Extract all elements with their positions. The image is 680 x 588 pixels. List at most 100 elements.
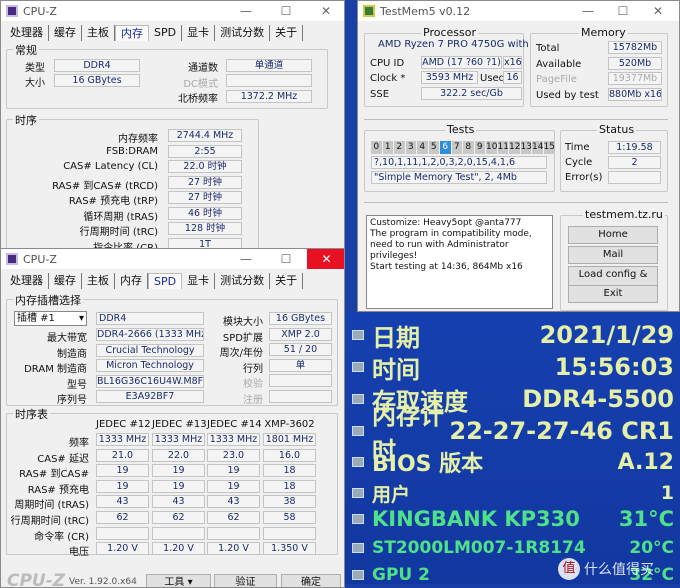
timing-cell: 19 [207, 479, 260, 493]
timing-label: RAS# 到CAS# (tRCD) [52, 180, 158, 192]
drive-icon [352, 543, 364, 553]
minimize-button[interactable]: — [229, 249, 263, 269]
cpuid-label: CPU ID [370, 58, 405, 69]
spd-label: 注册 [243, 395, 263, 406]
test-number[interactable]: 0 [371, 141, 382, 154]
slot-select-value: 插槽 #1 [17, 313, 55, 324]
row-label: 电压 [69, 547, 89, 559]
close-button[interactable]: ✕ [641, 1, 675, 21]
group-title: 时序 [13, 112, 39, 128]
title-bar: CPU-Z — ☐ ✕ [1, 249, 344, 269]
log-line: Start testing at 14:36, 864Mb x16 [370, 262, 523, 272]
test-number[interactable]: 7 [451, 141, 462, 154]
timing-cell [207, 526, 260, 540]
tab-4[interactable]: SPD [148, 273, 183, 289]
log-line: The program in compatibility mode, [370, 229, 532, 239]
test-number[interactable]: 3 [405, 141, 416, 154]
timing-cell: 1.20 V [207, 542, 260, 556]
current-test: "Simple Memory Test", 2, 4Mb [371, 171, 547, 184]
timing-value: 27 时钟 [168, 191, 242, 204]
tab-5[interactable]: 显卡 [182, 273, 216, 289]
tab-6[interactable]: 测试分数 [215, 273, 271, 289]
timing-label: FSB:DRAM [106, 145, 158, 157]
aida-value: 2021/1/29 [539, 321, 674, 349]
test-number[interactable]: 2 [394, 141, 405, 154]
tab-0[interactable]: 处理器 [5, 25, 49, 41]
tab-4[interactable]: SPD [149, 25, 183, 41]
avail-label: Available [536, 58, 582, 70]
timing-label: 内存频率 [118, 134, 158, 145]
tab-7[interactable]: 关于 [270, 273, 304, 289]
group-title: Processor [421, 26, 478, 39]
timing-cell: 62 [96, 511, 149, 524]
usedby-label: Used by test [536, 89, 599, 101]
aida-row: 日期 2021/1/29 [352, 321, 674, 352]
test-number[interactable]: 6 [440, 141, 451, 154]
test-number[interactable]: 8 [463, 141, 474, 154]
tab-2[interactable]: 主板 [82, 25, 115, 41]
exit-button[interactable]: Exit [568, 285, 658, 303]
watermark-text: 什么值得买 [584, 562, 654, 578]
tab-7[interactable]: 关于 [270, 25, 304, 41]
test-number[interactable]: 4 [417, 141, 428, 154]
close-button[interactable]: ✕ [309, 1, 343, 21]
aida-label: 日期 [372, 323, 420, 352]
maximize-button[interactable]: ☐ [269, 249, 303, 269]
test-number[interactable]: 1 [382, 141, 393, 154]
test-number[interactable]: 11 [497, 141, 509, 154]
test-number[interactable]: 5 [428, 141, 439, 154]
cpuz-app-icon [6, 253, 18, 265]
memory-icon [352, 426, 364, 436]
tab-1[interactable]: 缓存 [49, 273, 82, 289]
validate-button[interactable]: 验证 [214, 574, 277, 587]
test-number[interactable]: 14 [532, 141, 543, 154]
home-button[interactable]: Home [568, 226, 658, 244]
drive-icon [352, 514, 364, 524]
monitor-icon [352, 570, 364, 580]
timing-cell: 62 [207, 511, 260, 524]
aida-row: 用户 1 [352, 480, 674, 506]
ok-button[interactable]: 确定 [281, 574, 341, 587]
timing-cell: 1333 MHz [152, 433, 205, 446]
spd-label: 最大带宽 [47, 333, 87, 344]
tab-1[interactable]: 缓存 [49, 25, 82, 41]
tab-5[interactable]: 显卡 [182, 25, 216, 41]
maximize-button[interactable]: ☐ [269, 1, 303, 21]
tab-3[interactable]: 内存 [115, 273, 148, 289]
minimize-button[interactable]: — [571, 1, 605, 21]
test-number[interactable]: 15 [543, 141, 555, 154]
close-button[interactable]: ✕ [307, 249, 344, 269]
tab-0[interactable]: 处理器 [5, 273, 49, 289]
timing-cell: 58 [263, 511, 316, 524]
column-header: JEDEC #13 [152, 419, 207, 430]
module-type-value: DDR4 [96, 312, 204, 325]
test-number[interactable]: 13 [520, 141, 532, 154]
mail-button[interactable]: Mail [568, 246, 658, 264]
test-number[interactable]: 10 [486, 141, 497, 154]
timing-cell: 22.0 [152, 448, 205, 462]
aida-value: 15:56:03 [554, 353, 674, 381]
tab-bar: 处理器 缓存 主板 内存 SPD 显卡 测试分数 关于 [5, 273, 304, 289]
tools-label: 工具 [164, 577, 185, 588]
log-textarea[interactable]: Customize: Heavy5opt @anta777 The program… [366, 215, 553, 309]
tab-2[interactable]: 主板 [82, 273, 115, 289]
timing-cell: 19 [152, 464, 205, 478]
spd-label: 制造商 [57, 348, 87, 360]
test-number[interactable]: 9 [474, 141, 485, 154]
cpuz-logo: CPU-Z [7, 571, 66, 588]
timing-cell: 43 [152, 495, 205, 509]
tab-6[interactable]: 测试分数 [215, 25, 271, 41]
slot-select[interactable]: 插槽 #1 ▾ [14, 311, 87, 326]
channels-label: 通道数 [188, 63, 218, 74]
timing-cell [152, 526, 205, 540]
row-label: 行周期时间 (tRC) [10, 516, 89, 527]
aida-value: 1 [660, 482, 674, 504]
test-number[interactable]: 12 [509, 141, 520, 154]
tab-3[interactable]: 内存 [115, 25, 149, 41]
tools-button[interactable]: 工具 ▾ [146, 574, 211, 588]
timing-label: CAS# Latency (CL) [63, 161, 158, 172]
cpu-name: AMD Ryzen 7 PRO 4750G with [378, 39, 529, 50]
spd-value: DDR4-2666 (1333 MHz) [96, 328, 204, 341]
minimize-button[interactable]: — [229, 1, 263, 21]
maximize-button[interactable]: ☐ [606, 1, 640, 21]
